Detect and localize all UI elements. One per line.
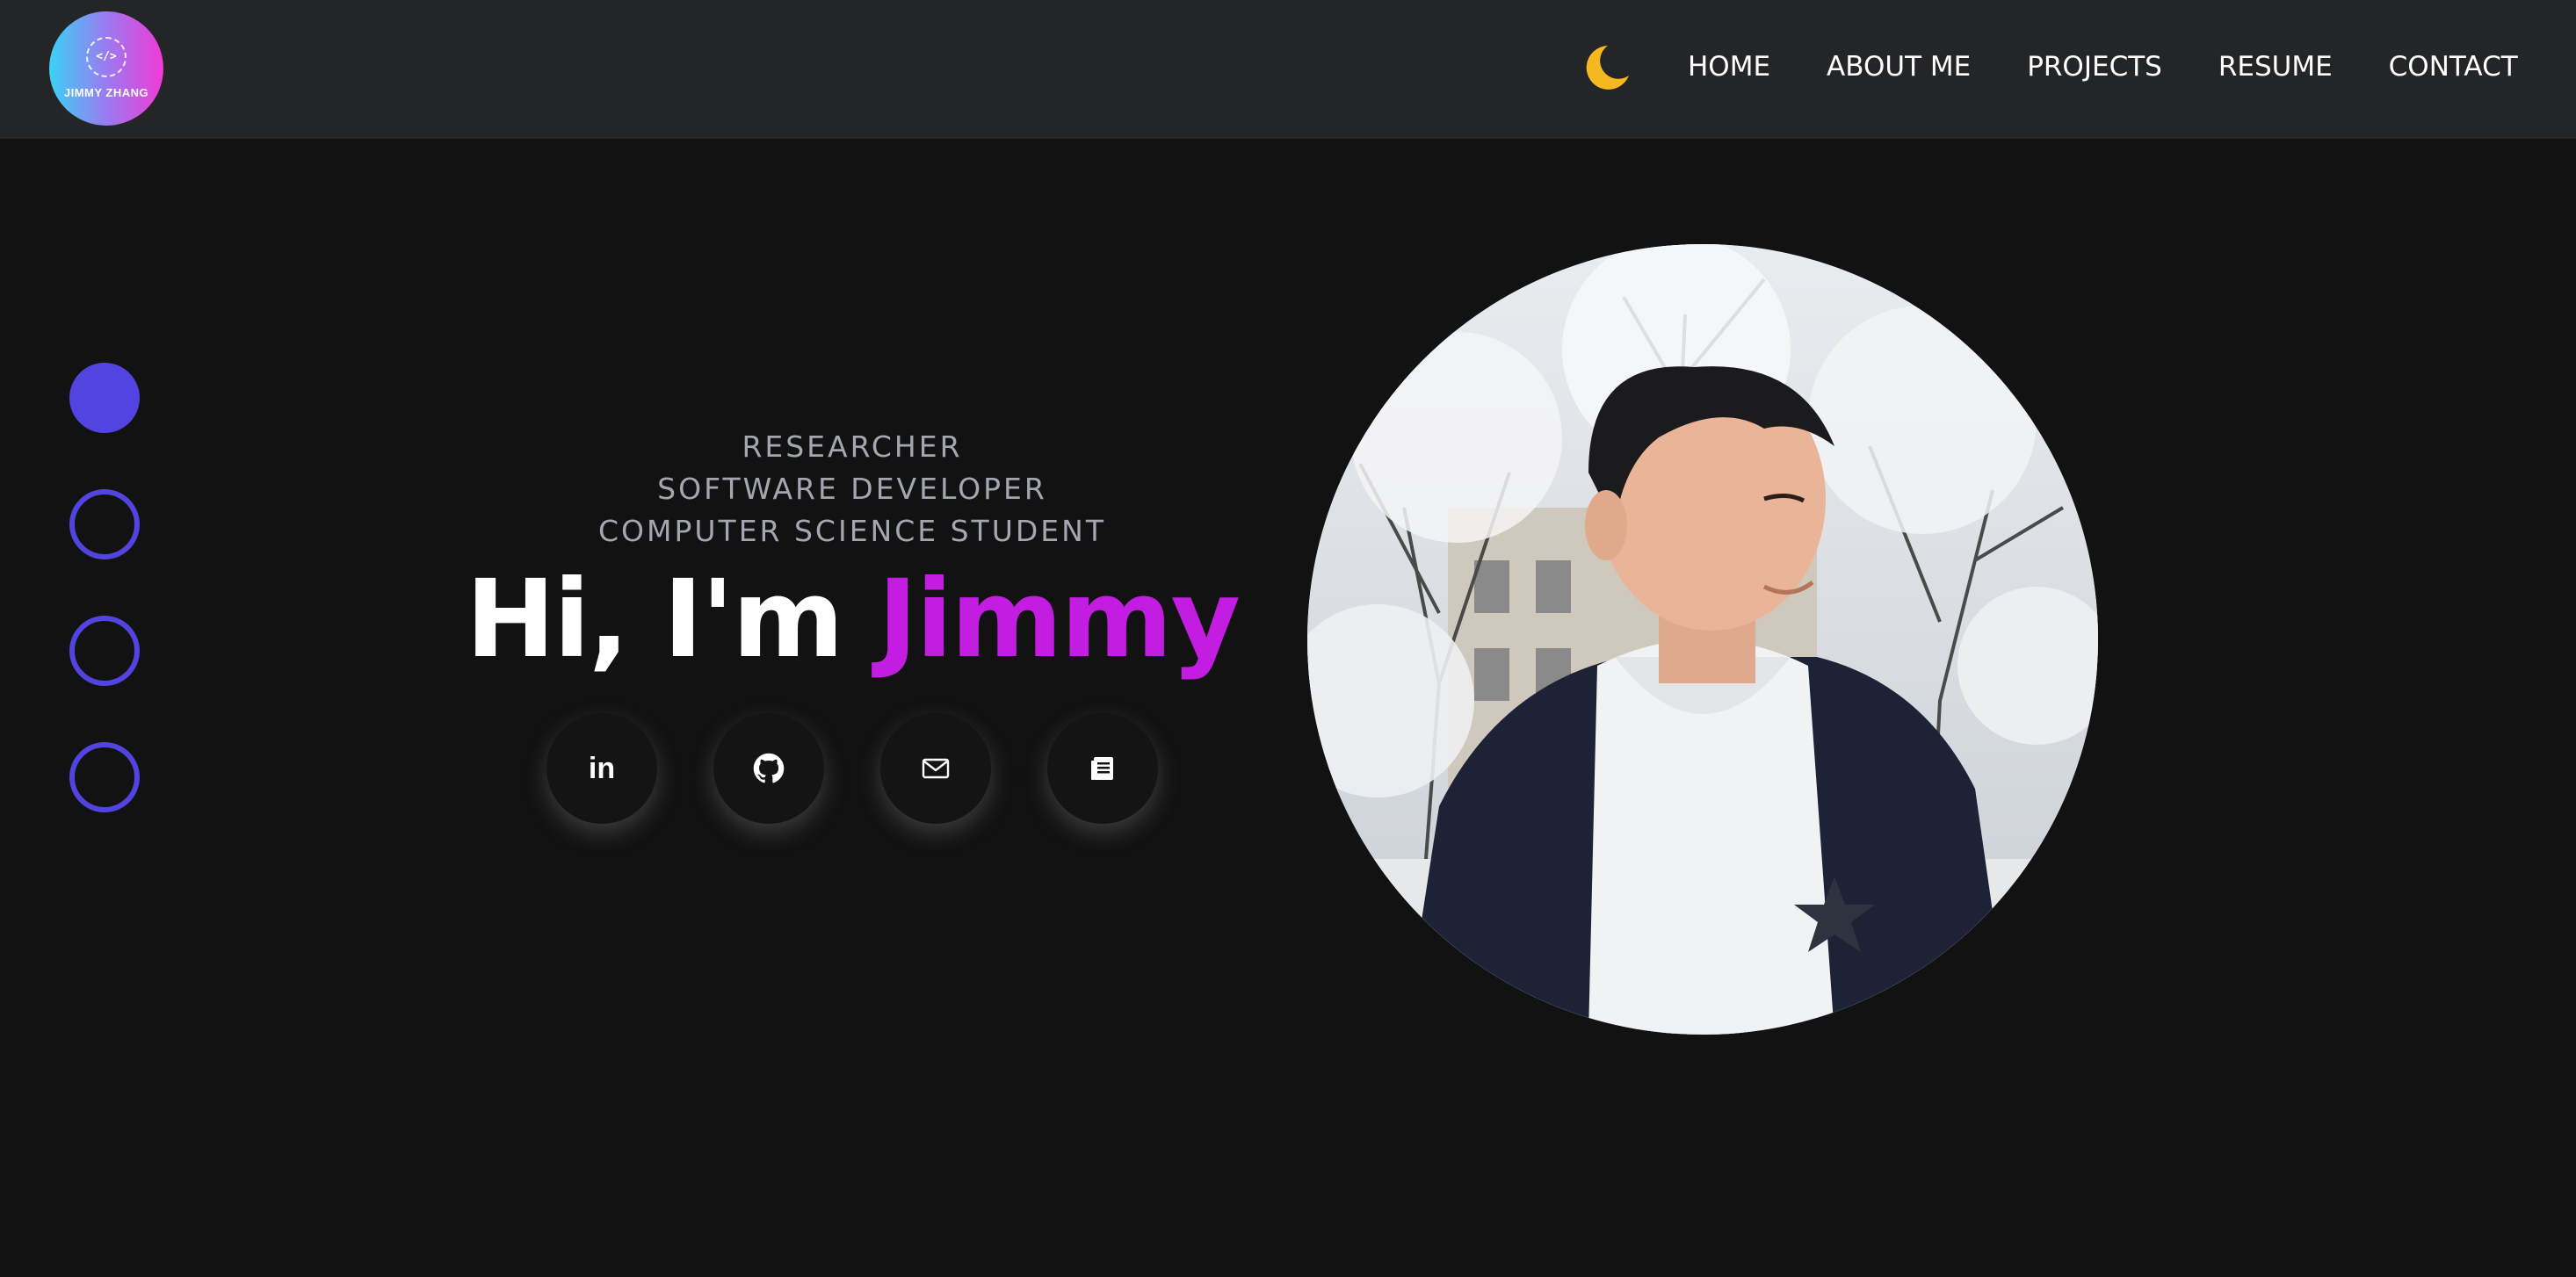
resume-button[interactable]	[1047, 713, 1158, 824]
navbar: </> JIMMY ZHANG HOME ABOUT ME PROJECTS R…	[0, 0, 2576, 139]
nav-contact[interactable]: CONTACT	[2389, 51, 2518, 83]
role-line: SOFTWARE DEVELOPER	[657, 472, 1047, 506]
hero-title: Hi, I'm Jimmy	[457, 549, 1248, 689]
nav-home[interactable]: HOME	[1688, 51, 1770, 83]
nav-projects[interactable]: PROJECTS	[2027, 51, 2162, 83]
linkedin-icon: in	[588, 751, 616, 785]
section-indicator	[69, 363, 140, 869]
hero-name: Jimmy	[878, 557, 1241, 682]
moon-icon[interactable]	[1581, 42, 1632, 93]
main-nav: HOME ABOUT ME PROJECTS RESUME CONTACT	[1688, 46, 2518, 88]
hero-greeting: Hi, I'm	[465, 557, 844, 682]
section-dot-2[interactable]	[69, 489, 140, 559]
section-dot-4[interactable]	[69, 742, 140, 812]
role-line: COMPUTER SCIENCE STUDENT	[598, 514, 1106, 548]
github-button[interactable]	[713, 713, 824, 824]
nav-resume[interactable]: RESUME	[2218, 51, 2333, 83]
github-icon	[753, 753, 785, 783]
logo-text: JIMMY ZHANG	[63, 85, 149, 99]
code-icon: </>	[86, 36, 127, 77]
role-line: RESEARCHER	[742, 429, 963, 464]
site-logo[interactable]: </> JIMMY ZHANG	[49, 11, 163, 126]
profile-photo-illustration	[1307, 244, 2098, 1035]
profile-photo	[1307, 244, 2098, 1035]
section-dot-3[interactable]	[69, 616, 140, 686]
social-links: in	[546, 713, 1158, 824]
linkedin-button[interactable]: in	[546, 713, 657, 824]
mail-icon	[922, 758, 950, 779]
resume-icon	[1091, 757, 1113, 780]
section-dot-1[interactable]	[69, 363, 140, 433]
hero-roles: RESEARCHER SOFTWARE DEVELOPER COMPUTER S…	[501, 426, 1204, 552]
email-button[interactable]	[880, 713, 991, 824]
nav-about-me[interactable]: ABOUT ME	[1827, 51, 1971, 83]
